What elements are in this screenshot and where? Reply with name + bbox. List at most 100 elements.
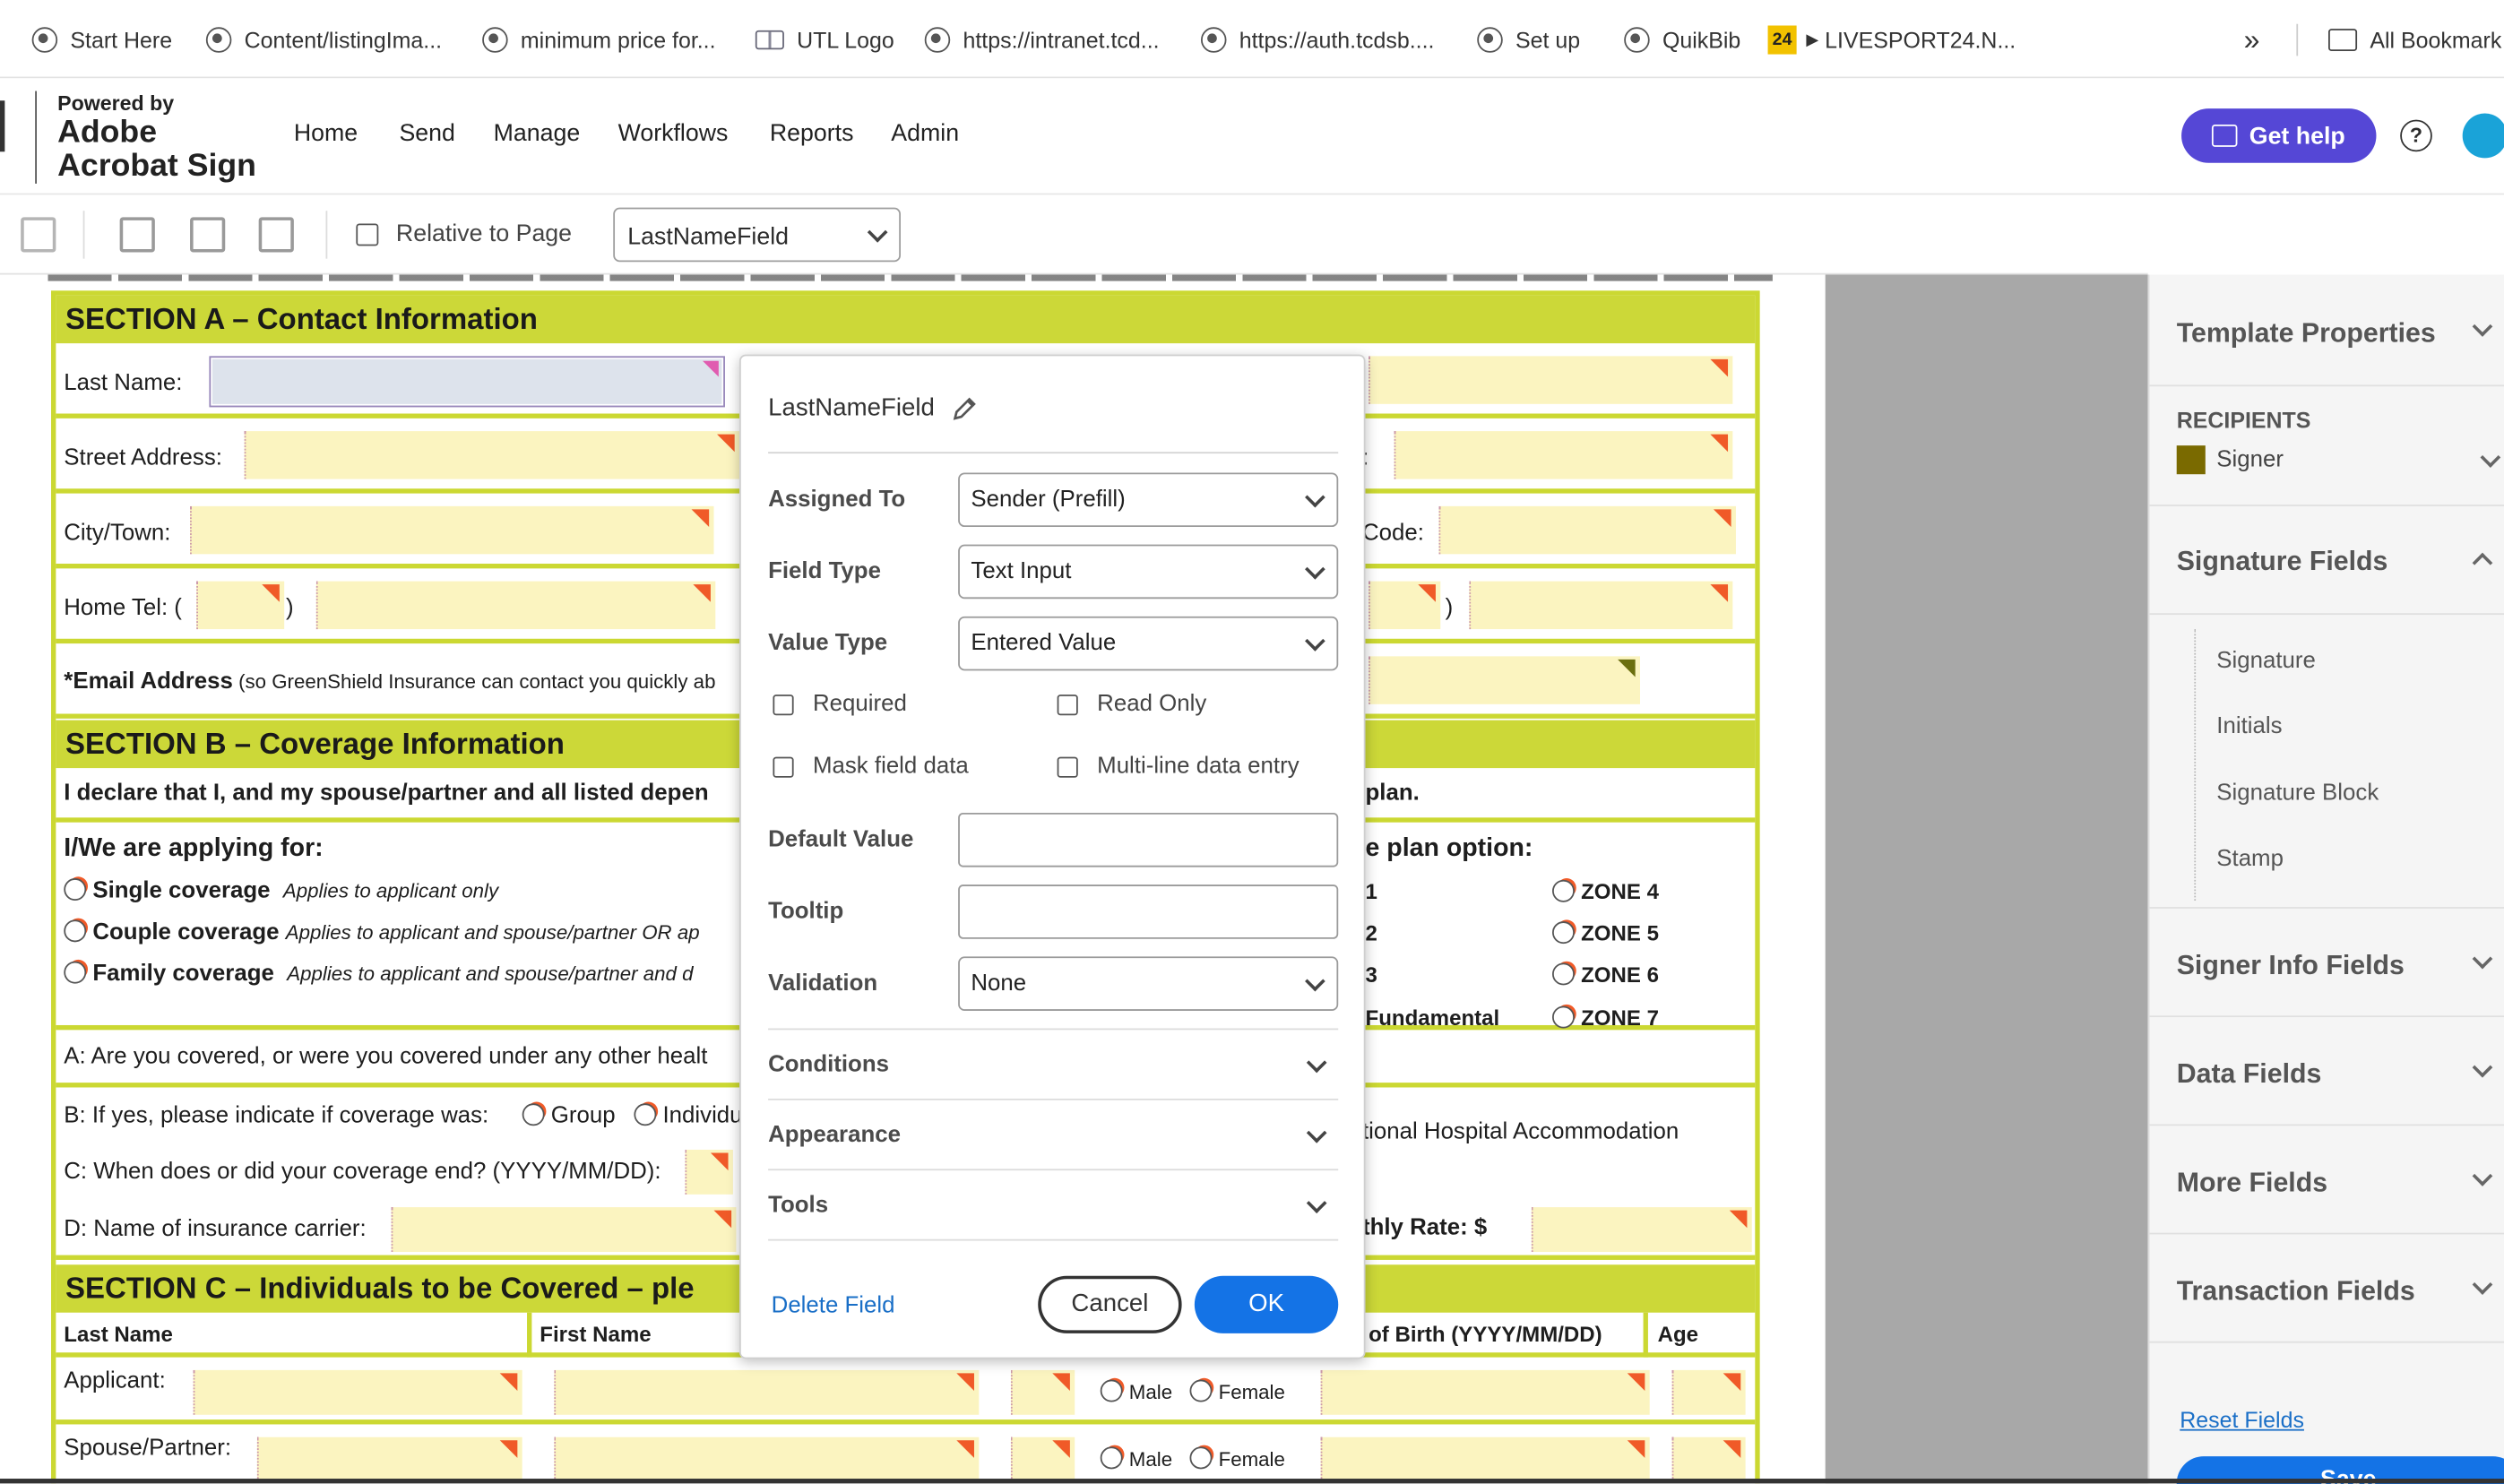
bookmark-content-listing[interactable]: Content/listingIma... (205, 22, 442, 57)
form-field[interactable] (1394, 431, 1733, 479)
spouse-age-field[interactable] (1671, 1437, 1746, 1482)
bookmark-intranet[interactable]: https://intranet.tcd... (924, 22, 1160, 57)
zone-5-option[interactable]: ZONE 5 (1552, 921, 1659, 945)
all-bookmarks[interactable]: All Bookmark (2328, 22, 2501, 57)
nav-workflows[interactable]: Workflows (618, 120, 729, 147)
get-help-button[interactable]: Get help (2181, 108, 2377, 163)
align-bottom-icon[interactable] (21, 217, 56, 253)
single-coverage-option[interactable]: Single coverage Applies to applicant onl… (64, 878, 498, 904)
signer-recipient[interactable]: Signer (2216, 447, 2284, 473)
street-address-label: Street Address: (64, 445, 222, 471)
bookmark-quikbib[interactable]: QuikBib (1624, 22, 1740, 57)
data-fields-header[interactable]: Data Fields (2149, 1017, 2504, 1126)
bookmark-start-here[interactable]: Start Here (31, 22, 172, 57)
applicant-dob-field[interactable] (1320, 1369, 1650, 1415)
divider (768, 1238, 1339, 1241)
reset-fields-link[interactable]: Reset Fields (2180, 1407, 2304, 1433)
street-address-field[interactable] (244, 431, 740, 479)
monthly-rate-field[interactable] (1531, 1207, 1752, 1253)
default-value-input[interactable] (958, 812, 1339, 867)
applicant-last-name-field[interactable] (193, 1369, 522, 1415)
zone-6-option[interactable]: ZONE 6 (1552, 962, 1659, 987)
zone-4-option[interactable]: ZONE 4 (1552, 879, 1659, 904)
spouse-female-option[interactable]: Female (1189, 1446, 1285, 1471)
stamp-field-item[interactable]: Stamp (2216, 846, 2284, 872)
field-type-select[interactable]: Text Input (958, 544, 1339, 600)
assigned-to-select[interactable]: Sender (Prefill) (958, 472, 1339, 528)
individual-option[interactable]: Individu (634, 1103, 743, 1129)
distribute-horizontal-icon[interactable] (119, 217, 155, 253)
template-properties-header[interactable]: Template Properties (2149, 274, 2504, 387)
zone-7-option[interactable]: ZONE 7 (1552, 1005, 1659, 1030)
spouse-dob-field[interactable] (1320, 1437, 1650, 1482)
delete-field-link[interactable]: Delete Field (772, 1293, 895, 1319)
city-field[interactable] (190, 505, 714, 555)
relative-to-page-checkbox[interactable]: Relative to Page (356, 220, 572, 247)
bookmark-minimum-price[interactable]: minimum price for... (482, 22, 716, 57)
work-phone-field[interactable] (1469, 581, 1733, 630)
chevron-down-icon[interactable] (2480, 447, 2501, 468)
area-code-field[interactable] (196, 581, 285, 630)
transaction-fields-header[interactable]: Transaction Fields (2149, 1234, 2504, 1343)
work-area-code-field[interactable] (1369, 581, 1441, 630)
tools-accordion[interactable]: Tools (768, 1169, 1339, 1238)
applicant-first-name-field[interactable] (554, 1369, 980, 1415)
spouse-last-name-field[interactable] (256, 1437, 522, 1482)
applicant-initial-field[interactable] (1010, 1369, 1075, 1415)
pencil-icon[interactable] (950, 394, 979, 423)
applicant-male-option[interactable]: Male (1100, 1379, 1172, 1403)
couple-coverage-option[interactable]: Couple coverage Applies to applicant and… (64, 919, 700, 945)
spouse-male-option[interactable]: Male (1100, 1446, 1172, 1471)
initials-field-item[interactable]: Initials (2216, 714, 2282, 740)
carrier-field[interactable] (391, 1207, 737, 1253)
spouse-initial-field[interactable] (1010, 1437, 1075, 1482)
bookmarks-overflow-button[interactable]: » (2244, 22, 2260, 57)
appearance-accordion[interactable]: Appearance (768, 1098, 1339, 1169)
phone-field[interactable] (315, 581, 716, 630)
help-icon[interactable]: ? (2400, 119, 2432, 152)
last-name-field-selected[interactable] (209, 356, 725, 408)
value-type-select[interactable]: Entered Value (958, 616, 1339, 671)
nav-manage[interactable]: Manage (494, 120, 581, 147)
field-select-dropdown[interactable]: LastNameField (613, 207, 901, 263)
tooltip-input[interactable] (958, 884, 1339, 939)
cancel-button[interactable]: Cancel (1038, 1275, 1182, 1333)
app-window: Start Here Content/listingIma... minimum… (0, 0, 2504, 1484)
required-checkbox[interactable]: Required (773, 692, 907, 717)
radio-icon (1189, 1379, 1213, 1402)
avatar[interactable] (2462, 113, 2504, 159)
distribute-vertical-icon[interactable] (190, 217, 226, 253)
bookmark-set-up[interactable]: Set up (1477, 22, 1580, 57)
mask-field-checkbox[interactable]: Mask field data (773, 754, 969, 780)
signature-field-item[interactable]: Signature (2216, 648, 2316, 674)
group-option[interactable]: Group (522, 1103, 616, 1129)
bookmark-utl-logo[interactable]: UTL Logo (755, 22, 894, 57)
spouse-first-name-field[interactable] (554, 1437, 980, 1482)
nav-admin[interactable]: Admin (891, 120, 959, 147)
signer-info-fields-header[interactable]: Signer Info Fields (2149, 909, 2504, 1018)
conditions-accordion[interactable]: Conditions (768, 1028, 1339, 1099)
signature-block-field-item[interactable]: Signature Block (2216, 781, 2379, 807)
multiline-checkbox[interactable]: Multi-line data entry (1057, 754, 1299, 780)
nav-reports[interactable]: Reports (770, 120, 854, 147)
applicant-age-field[interactable] (1671, 1369, 1746, 1415)
field-toolbar: Relative to Page (0, 194, 2148, 275)
postal-code-field[interactable] (1438, 505, 1736, 555)
family-coverage-option[interactable]: Family coverage Applies to applicant and… (64, 961, 693, 987)
more-fields-header[interactable]: More Fields (2149, 1126, 2504, 1235)
match-size-icon[interactable] (258, 217, 294, 253)
bookmark-auth[interactable]: https://auth.tcdsb.... (1200, 22, 1434, 57)
form-field[interactable] (1369, 356, 1733, 404)
coverage-end-field[interactable] (685, 1149, 733, 1195)
nav-home[interactable]: Home (294, 120, 358, 147)
read-only-checkbox[interactable]: Read Only (1057, 692, 1206, 717)
email-field[interactable] (1369, 656, 1641, 704)
checkbox-icon (1057, 694, 1078, 715)
nav-send[interactable]: Send (399, 120, 454, 147)
applicant-female-option[interactable]: Female (1189, 1379, 1285, 1403)
ok-button[interactable]: OK (1194, 1275, 1339, 1333)
bookmark-livesport[interactable]: 24 ▶ LIVESPORT24.N... (1767, 22, 2016, 57)
signature-fields-header[interactable]: Signature Fields (2149, 506, 2504, 616)
app-header: Powered by Adobe Acrobat Sign Home Send … (0, 78, 2504, 195)
validation-select[interactable]: None (958, 956, 1339, 1011)
